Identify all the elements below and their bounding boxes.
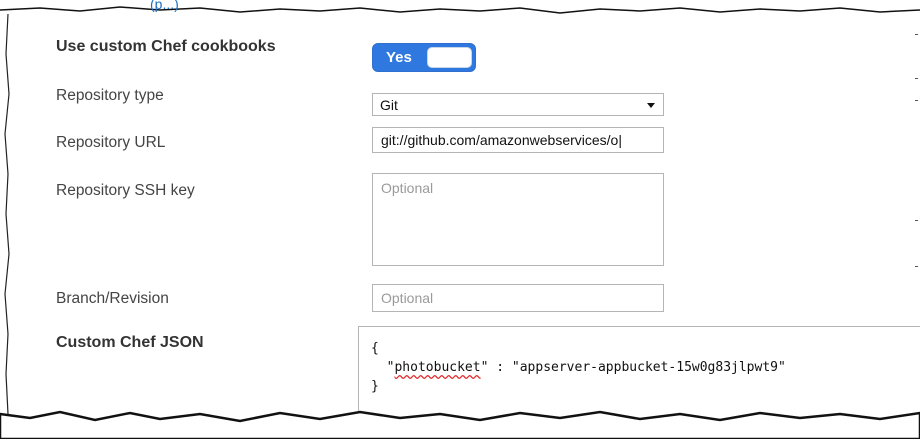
clipped-right-edge xyxy=(915,30,920,290)
custom-chef-json-label: Custom Chef JSON xyxy=(56,334,204,351)
repository-url-input[interactable] xyxy=(372,127,664,153)
json-close-brace: } xyxy=(371,379,379,394)
branch-revision-label: Branch/Revision xyxy=(56,290,169,307)
json-value: " : "appserver-appbucket-15w0g83jlpwt9" xyxy=(480,360,786,375)
toggle-knob[interactable] xyxy=(427,47,472,68)
json-open-brace: { xyxy=(371,341,379,356)
json-key-prefix: " xyxy=(371,360,395,375)
repository-type-select[interactable]: Git xyxy=(372,93,664,116)
repository-ssh-key-label: Repository SSH key xyxy=(56,182,195,199)
toggle-yes-label: Yes xyxy=(386,49,412,66)
repository-type-value: Git xyxy=(380,97,398,113)
custom-cookbooks-label: Use custom Chef cookbooks xyxy=(56,38,276,55)
custom-chef-json-editor[interactable]: { "photobucket" : "appserver-appbucket-1… xyxy=(358,326,920,423)
custom-cookbooks-toggle[interactable]: Yes xyxy=(372,43,476,72)
repository-url-label: Repository URL xyxy=(56,134,166,151)
branch-revision-input[interactable] xyxy=(372,284,664,312)
torn-edge-left xyxy=(4,14,10,414)
chevron-down-icon xyxy=(647,103,655,108)
json-key: photobucket xyxy=(394,360,481,375)
repository-ssh-key-input[interactable] xyxy=(372,173,664,266)
repository-type-label: Repository type xyxy=(56,87,164,104)
